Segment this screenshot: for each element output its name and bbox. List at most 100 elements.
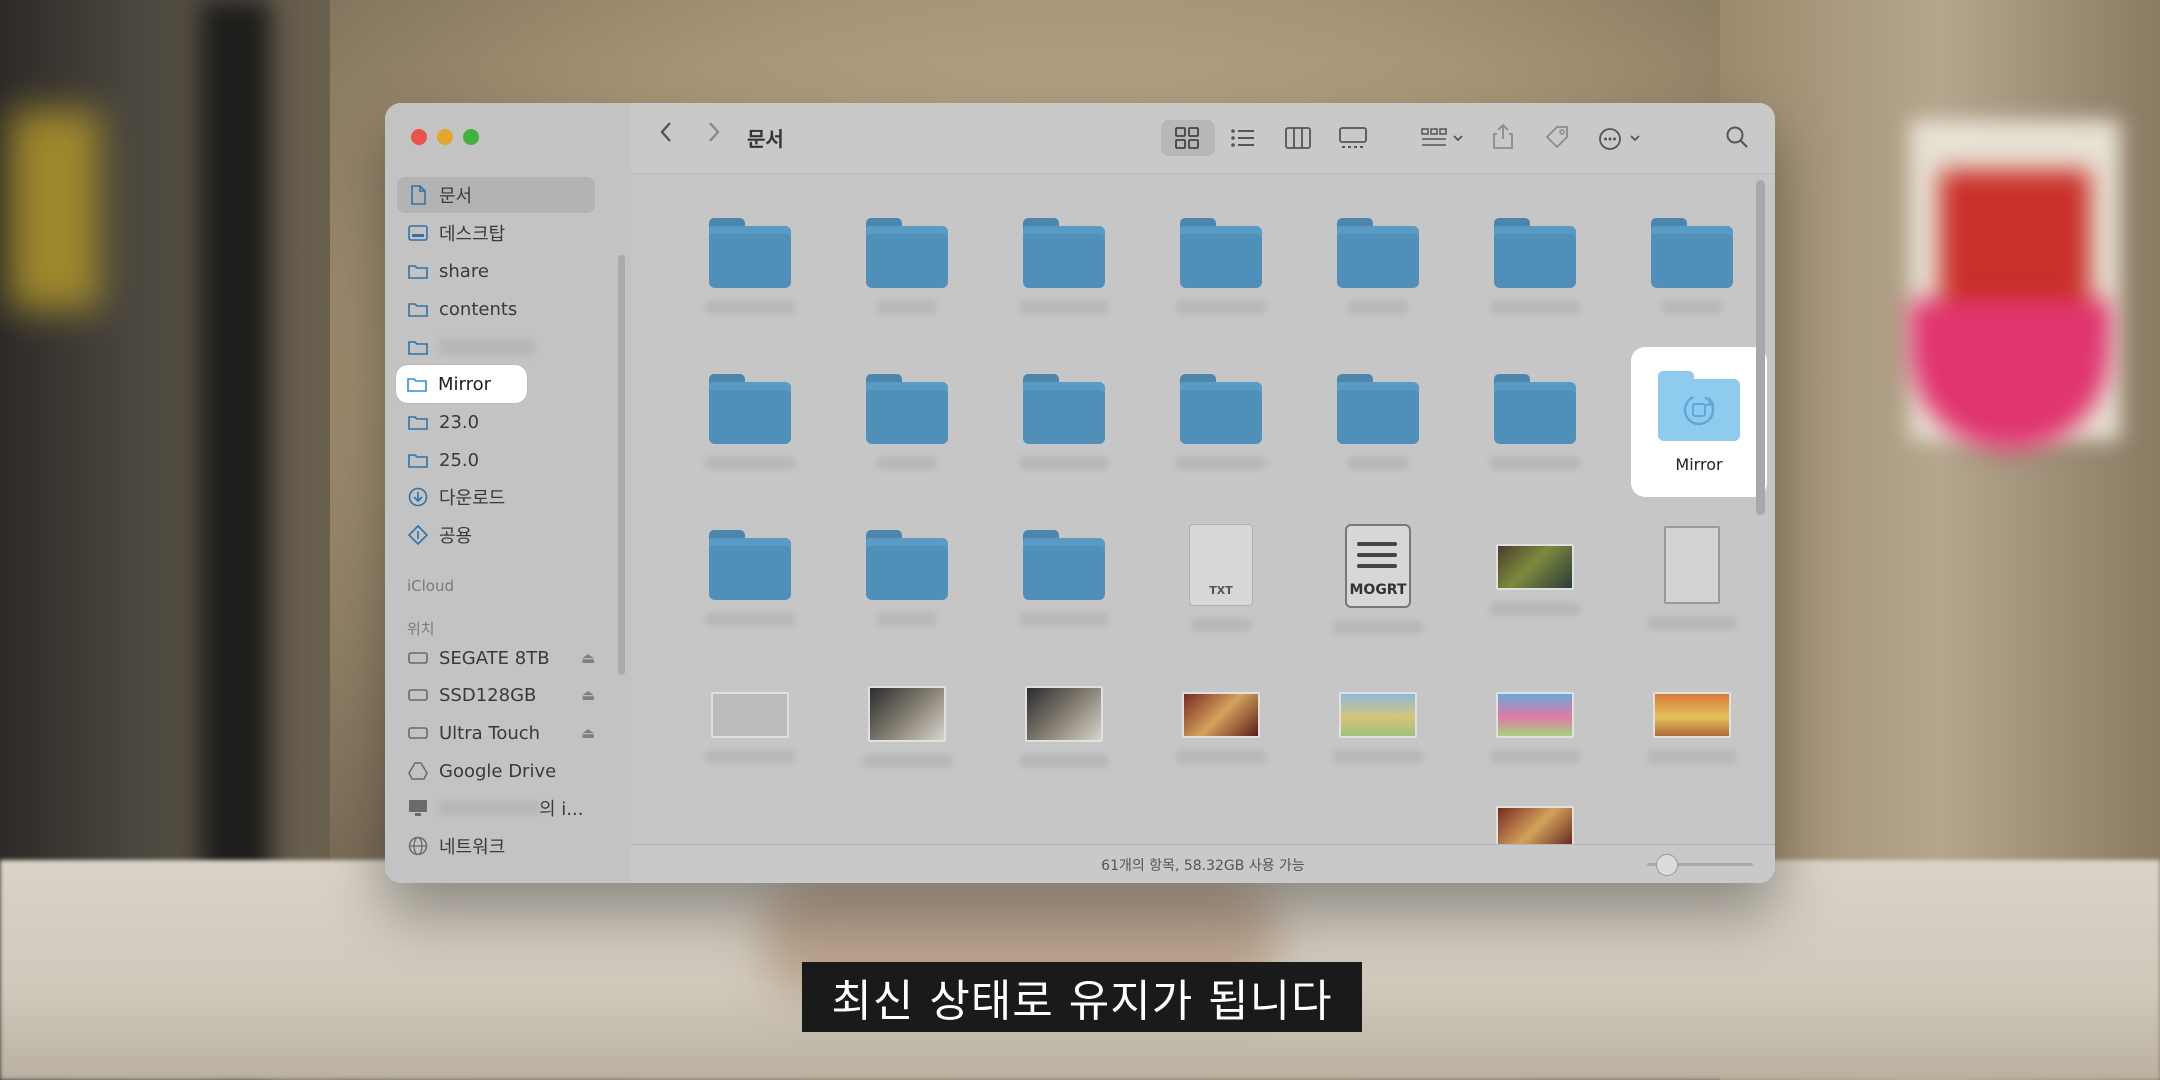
image-file-item[interactable]: [989, 644, 1139, 784]
back-button[interactable]: [659, 121, 673, 143]
image-file-item[interactable]: [832, 644, 982, 784]
folder-item[interactable]: [989, 184, 1139, 324]
image-file-item[interactable]: [1460, 774, 1610, 845]
eject-icon[interactable]: ⏏: [581, 649, 595, 667]
list-icon: [1231, 129, 1254, 147]
more-actions-button[interactable]: [1599, 127, 1643, 151]
folder-item[interactable]: [989, 496, 1139, 636]
sidebar-item-mirror[interactable]: Mirror: [396, 365, 527, 403]
folder-item[interactable]: [1146, 340, 1296, 480]
status-bar: 61개의 항목, 58.32GB 사용 가능: [631, 844, 1775, 883]
mirror-folder-item[interactable]: Mirror: [1631, 347, 1767, 497]
sidebar-item-downloads[interactable]: 다운로드: [397, 479, 505, 515]
group-button[interactable]: [1421, 127, 1465, 149]
mogrt-file-item[interactable]: MOGRT: [1303, 496, 1453, 636]
view-gallery-button[interactable]: [1339, 127, 1367, 149]
sync-icon: [1683, 394, 1715, 426]
sidebar-item-share[interactable]: share: [397, 253, 489, 289]
folder-icon: [709, 374, 791, 444]
txt-file-type: TXT: [1209, 584, 1233, 597]
download-icon: [407, 486, 429, 508]
minimize-button[interactable]: [437, 129, 453, 145]
blurred-label: [1176, 750, 1266, 764]
view-icons-button[interactable]: [1175, 127, 1199, 149]
mogrt-file-icon: MOGRT: [1345, 524, 1411, 608]
sidebar-item-25[interactable]: 25.0: [397, 442, 479, 478]
eject-icon[interactable]: ⏏: [581, 724, 595, 742]
folder-item[interactable]: [832, 496, 982, 636]
sidebar-item-shared[interactable]: 공용: [397, 517, 472, 553]
sidebar-item-blurred[interactable]: [397, 329, 535, 365]
image-file-item[interactable]: [1303, 644, 1453, 784]
folder-item[interactable]: [675, 184, 825, 324]
zoom-button[interactable]: [463, 129, 479, 145]
folder-item[interactable]: [989, 340, 1139, 480]
image-thumbnail: [1496, 692, 1574, 738]
computer-icon: [407, 797, 429, 819]
view-columns-button[interactable]: [1285, 127, 1311, 149]
image-file-item[interactable]: [1617, 644, 1767, 784]
view-list-button[interactable]: [1231, 129, 1255, 147]
folder-item[interactable]: [832, 184, 982, 324]
sidebar-item-contents[interactable]: contents: [397, 291, 517, 327]
eject-icon[interactable]: ⏏: [581, 686, 595, 704]
close-button[interactable]: [411, 129, 427, 145]
sidebar-item-ultra-touch[interactable]: Ultra Touch ⏏: [397, 715, 595, 751]
image-file-item[interactable]: [675, 644, 825, 784]
image-file-item[interactable]: [1146, 644, 1296, 784]
image-file-item[interactable]: [1460, 496, 1610, 636]
sidebar-item-documents[interactable]: 문서: [397, 177, 595, 213]
blurred-label: [1333, 620, 1423, 634]
blurred-label: [1019, 754, 1109, 768]
folder-item[interactable]: [675, 496, 825, 636]
folder-item[interactable]: [1146, 184, 1296, 324]
folder-icon: [407, 298, 429, 320]
sidebar-item-label: Ultra Touch: [439, 722, 541, 744]
image-thumbnail: [1496, 544, 1574, 590]
sidebar-scrollbar[interactable]: [618, 255, 625, 675]
chevron-right-icon: [709, 122, 720, 142]
document-icon: [407, 184, 429, 206]
folder-item[interactable]: [675, 340, 825, 480]
sidebar-item-desktop[interactable]: 데스크탑: [397, 215, 505, 251]
folder-item[interactable]: [1460, 184, 1610, 324]
image-thumbnail: [1339, 692, 1417, 738]
search-button[interactable]: [1725, 125, 1749, 149]
blurred-label: [1191, 618, 1251, 632]
blurred-label: [1490, 456, 1580, 470]
folder-icon: [1337, 374, 1419, 444]
txt-file-item[interactable]: TXT: [1146, 496, 1296, 636]
folder-icon: [1023, 218, 1105, 288]
blurred-label: [1019, 300, 1109, 314]
icon-size-slider-thumb[interactable]: [1656, 854, 1678, 876]
blurred-label: [1333, 750, 1423, 764]
drive-icon: [407, 647, 429, 669]
tag-button[interactable]: [1545, 125, 1571, 149]
sidebar-item-network[interactable]: 네트워크: [397, 828, 505, 864]
folder-item[interactable]: [1617, 184, 1767, 324]
folder-icon: [1180, 218, 1262, 288]
video-subtitle: 최신 상태로 유지가 됩니다: [802, 962, 1362, 1032]
share-button[interactable]: [1493, 123, 1513, 149]
sidebar-item-segate[interactable]: SEGATE 8TB ⏏: [397, 640, 595, 676]
network-icon: [407, 835, 429, 857]
blurred-label: [1662, 300, 1722, 314]
sidebar-item-computer[interactable]: 의 i...: [397, 790, 583, 826]
forward-button[interactable]: [707, 121, 721, 143]
section-header-locations: 위치: [407, 620, 435, 638]
folder-item[interactable]: [1303, 184, 1453, 324]
blurred-label: [1348, 456, 1408, 470]
sidebar-item-23[interactable]: 23.0: [397, 404, 479, 440]
image-file-item[interactable]: [1460, 644, 1610, 784]
grid-icon: [1175, 127, 1199, 149]
folder-item[interactable]: [1303, 340, 1453, 480]
folder-item[interactable]: [1460, 340, 1610, 480]
blurred-label: [862, 754, 952, 768]
image-file-item[interactable]: [1617, 496, 1767, 636]
sidebar-item-google-drive[interactable]: Google Drive: [397, 753, 556, 789]
image-thumbnail: [711, 692, 789, 738]
sidebar-item-label: 데스크탑: [439, 224, 506, 245]
content-scrollbar[interactable]: [1756, 180, 1765, 515]
folder-item[interactable]: [832, 340, 982, 480]
sidebar-item-ssd[interactable]: SSD128GB ⏏: [397, 677, 595, 713]
